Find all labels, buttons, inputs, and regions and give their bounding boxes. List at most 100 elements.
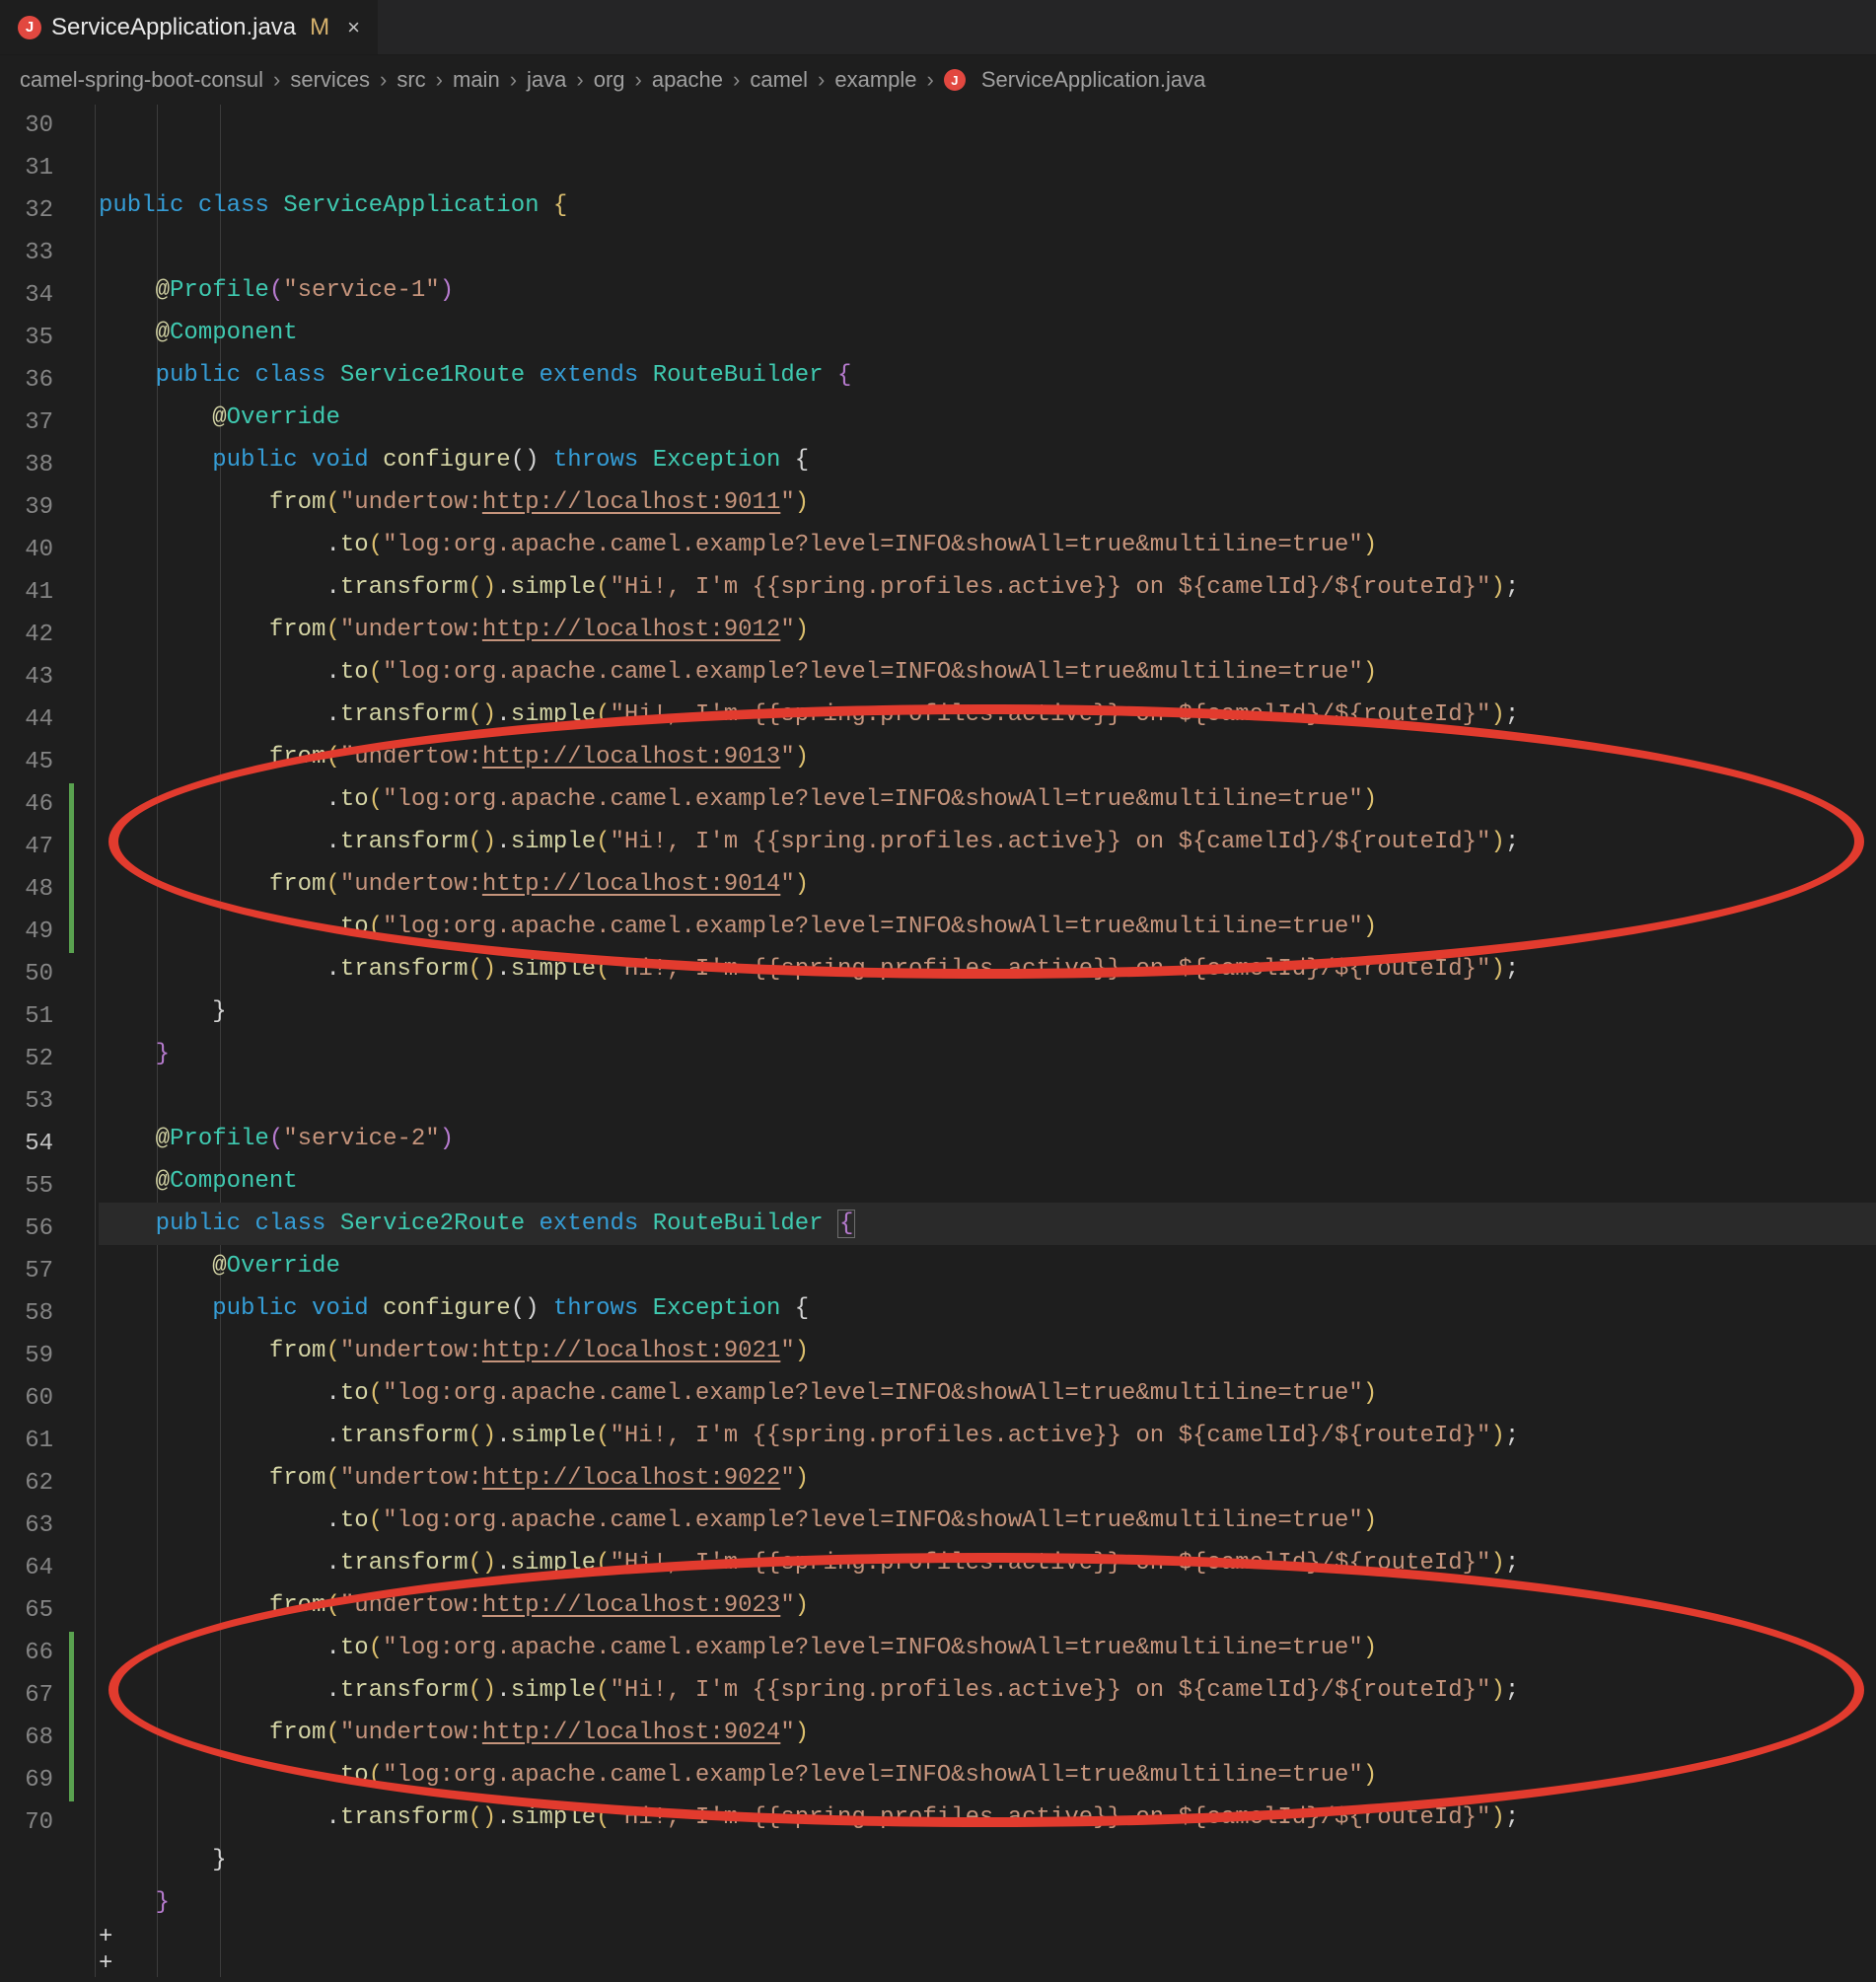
code-editor[interactable]: 3031323334353637383940414243444546474849… bbox=[0, 105, 1876, 1977]
code-line[interactable]: from("undertow:http://localhost:9012") bbox=[99, 609, 1876, 651]
code-line[interactable]: .transform().simple("Hi!, I'm {{spring.p… bbox=[99, 948, 1876, 991]
add-line-icon[interactable]: + bbox=[99, 1924, 1876, 1950]
code-line[interactable]: .to("log:org.apache.camel.example?level=… bbox=[99, 1627, 1876, 1669]
code-line[interactable]: .transform().simple("Hi!, I'm {{spring.p… bbox=[99, 1542, 1876, 1584]
code-line[interactable]: @Component bbox=[99, 312, 1876, 354]
line-number: 53 bbox=[0, 1080, 53, 1123]
crumb[interactable]: camel-spring-boot-consul bbox=[20, 67, 263, 93]
code-line[interactable] bbox=[99, 1075, 1876, 1118]
line-number: 68 bbox=[0, 1717, 53, 1759]
tab-modified-badge: M bbox=[310, 14, 329, 41]
code-line[interactable]: @Profile("service-1") bbox=[99, 269, 1876, 312]
chevron-right-icon: › bbox=[436, 67, 443, 93]
line-number: 67 bbox=[0, 1674, 53, 1717]
add-line-icon[interactable]: + bbox=[99, 1950, 1876, 1977]
code-line[interactable]: from("undertow:http://localhost:9022") bbox=[99, 1457, 1876, 1500]
code-line[interactable]: from("undertow:http://localhost:9023") bbox=[99, 1584, 1876, 1627]
line-number: 61 bbox=[0, 1420, 53, 1462]
line-number: 51 bbox=[0, 995, 53, 1038]
code-line[interactable]: .transform().simple("Hi!, I'm {{spring.p… bbox=[99, 694, 1876, 736]
java-file-icon: J bbox=[18, 16, 41, 39]
code-line[interactable] bbox=[99, 227, 1876, 269]
code-line[interactable]: } bbox=[99, 991, 1876, 1033]
line-number: 60 bbox=[0, 1377, 53, 1420]
line-number: 66 bbox=[0, 1632, 53, 1674]
line-number: 69 bbox=[0, 1759, 53, 1801]
code-line[interactable]: } bbox=[99, 1881, 1876, 1924]
chevron-right-icon: › bbox=[576, 67, 583, 93]
code-line[interactable]: public void configure() throws Exception… bbox=[99, 439, 1876, 481]
code-line[interactable]: .transform().simple("Hi!, I'm {{spring.p… bbox=[99, 1797, 1876, 1839]
file-tab[interactable]: J ServiceApplication.java M × bbox=[0, 0, 379, 54]
line-number: 43 bbox=[0, 656, 53, 698]
line-number: 55 bbox=[0, 1165, 53, 1208]
line-number: 58 bbox=[0, 1292, 53, 1335]
line-number: 52 bbox=[0, 1038, 53, 1080]
gutter-decorations bbox=[69, 105, 95, 1977]
line-number: 44 bbox=[0, 698, 53, 741]
line-number: 70 bbox=[0, 1801, 53, 1844]
code-line[interactable]: .to("log:org.apache.camel.example?level=… bbox=[99, 524, 1876, 566]
code-line[interactable]: .to("log:org.apache.camel.example?level=… bbox=[99, 778, 1876, 821]
line-number: 40 bbox=[0, 529, 53, 571]
code-line[interactable]: from("undertow:http://localhost:9021") bbox=[99, 1330, 1876, 1372]
code-line[interactable]: } bbox=[99, 1839, 1876, 1881]
vcs-added-marker bbox=[69, 783, 74, 953]
code-line[interactable]: @Profile("service-2") bbox=[99, 1118, 1876, 1160]
java-file-icon: J bbox=[944, 69, 966, 91]
crumb-file[interactable]: ServiceApplication.java bbox=[981, 67, 1205, 93]
line-number: 63 bbox=[0, 1505, 53, 1547]
code-line[interactable]: .transform().simple("Hi!, I'm {{spring.p… bbox=[99, 566, 1876, 609]
close-icon[interactable]: × bbox=[347, 17, 360, 38]
chevron-right-icon: › bbox=[380, 67, 387, 93]
code-line[interactable]: .transform().simple("Hi!, I'm {{spring.p… bbox=[99, 1415, 1876, 1457]
line-number: 39 bbox=[0, 486, 53, 529]
line-number: 62 bbox=[0, 1462, 53, 1505]
crumb[interactable]: org bbox=[594, 67, 625, 93]
code-line[interactable]: from("undertow:http://localhost:9011") bbox=[99, 481, 1876, 524]
code-line[interactable]: @Component bbox=[99, 1160, 1876, 1203]
code-line[interactable]: } bbox=[99, 1033, 1876, 1075]
code-line[interactable]: .to("log:org.apache.camel.example?level=… bbox=[99, 1754, 1876, 1797]
code-line[interactable]: public void configure() throws Exception… bbox=[99, 1287, 1876, 1330]
code-line[interactable]: from("undertow:http://localhost:9014") bbox=[99, 863, 1876, 906]
chevron-right-icon: › bbox=[818, 67, 825, 93]
line-number: 57 bbox=[0, 1250, 53, 1292]
vcs-added-marker bbox=[69, 1632, 74, 1801]
crumb[interactable]: java bbox=[527, 67, 566, 93]
crumb[interactable]: apache bbox=[652, 67, 723, 93]
crumb[interactable]: camel bbox=[750, 67, 808, 93]
line-number: 37 bbox=[0, 402, 53, 444]
line-number: 32 bbox=[0, 189, 53, 232]
line-number: 31 bbox=[0, 147, 53, 189]
line-number: 45 bbox=[0, 741, 53, 783]
line-number: 42 bbox=[0, 614, 53, 656]
line-number: 38 bbox=[0, 444, 53, 486]
code-line[interactable]: .to("log:org.apache.camel.example?level=… bbox=[99, 1372, 1876, 1415]
line-number: 33 bbox=[0, 232, 53, 274]
code-line[interactable]: public class Service2Route extends Route… bbox=[99, 1203, 1876, 1245]
line-number: 64 bbox=[0, 1547, 53, 1589]
crumb[interactable]: main bbox=[453, 67, 500, 93]
code-line[interactable]: .transform().simple("Hi!, I'm {{spring.p… bbox=[99, 1669, 1876, 1712]
code-line[interactable]: public class ServiceApplication { bbox=[99, 184, 1876, 227]
code-line[interactable]: .to("log:org.apache.camel.example?level=… bbox=[99, 906, 1876, 948]
line-number: 47 bbox=[0, 826, 53, 868]
crumb[interactable]: example bbox=[834, 67, 916, 93]
crumb[interactable]: services bbox=[290, 67, 370, 93]
crumb[interactable]: src bbox=[397, 67, 425, 93]
code-line[interactable]: .transform().simple("Hi!, I'm {{spring.p… bbox=[99, 821, 1876, 863]
code-line[interactable]: from("undertow:http://localhost:9024") bbox=[99, 1712, 1876, 1754]
code-line[interactable]: @Override bbox=[99, 397, 1876, 439]
code-line[interactable]: from("undertow:http://localhost:9013") bbox=[99, 736, 1876, 778]
chevron-right-icon: › bbox=[733, 67, 740, 93]
code-line[interactable]: @Override bbox=[99, 1245, 1876, 1287]
line-number: 41 bbox=[0, 571, 53, 614]
line-number: 36 bbox=[0, 359, 53, 402]
code-line[interactable]: .to("log:org.apache.camel.example?level=… bbox=[99, 651, 1876, 694]
code-area[interactable]: public class ServiceApplication { @Profi… bbox=[95, 105, 1876, 1977]
breadcrumb: camel-spring-boot-consul › services › src ›… bbox=[0, 55, 1876, 105]
code-line[interactable]: .to("log:org.apache.camel.example?level=… bbox=[99, 1500, 1876, 1542]
tab-filename: ServiceApplication.java bbox=[51, 14, 296, 41]
code-line[interactable]: public class Service1Route extends Route… bbox=[99, 354, 1876, 397]
